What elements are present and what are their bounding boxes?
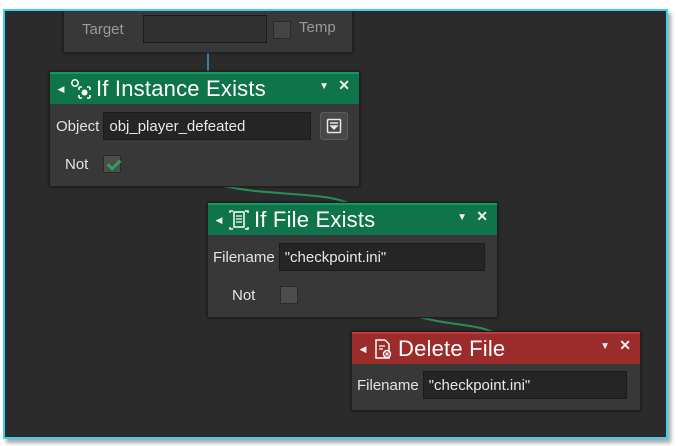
node-title: If Instance Exists bbox=[96, 76, 266, 101]
if-instance-exists-header[interactable]: ◀ If Instance Exists ▼ ✕ bbox=[50, 72, 359, 104]
delete-file-icon bbox=[375, 339, 392, 359]
object-picker-icon bbox=[327, 118, 342, 134]
temp-checkbox[interactable] bbox=[273, 21, 291, 39]
object-field[interactable]: obj_player_defeated bbox=[103, 112, 312, 140]
instance-icon bbox=[71, 79, 91, 99]
workspace-canvas: Target Temp ◀ If Instance Exists ▼ ✕ Obj… bbox=[3, 9, 668, 439]
not-checkbox[interactable] bbox=[280, 286, 299, 304]
object-label: Object bbox=[56, 117, 100, 135]
node-title: If File Exists bbox=[254, 207, 376, 232]
not-label: Not bbox=[232, 286, 256, 304]
filename-field[interactable]: "checkpoint.ini" bbox=[422, 371, 627, 399]
filename-label: Filename bbox=[357, 376, 419, 394]
not-checkbox[interactable] bbox=[103, 155, 122, 173]
node-title: Delete File bbox=[398, 336, 506, 361]
close-icon[interactable]: ✕ bbox=[476, 208, 488, 225]
filename-label: Filename bbox=[213, 248, 275, 266]
target-label: Target bbox=[82, 21, 124, 38]
action-node-partial: Target Temp bbox=[63, 11, 353, 53]
close-icon[interactable]: ✕ bbox=[619, 337, 631, 354]
object-picker-button[interactable] bbox=[320, 112, 349, 140]
if-file-exists-node[interactable]: ◀ If File Exists ▼ ✕ Filename "checkpoin… bbox=[207, 202, 498, 318]
if-instance-exists-node[interactable]: ◀ If Instance Exists ▼ ✕ Object obj_play… bbox=[49, 71, 360, 187]
file-exists-icon bbox=[229, 210, 249, 230]
delete-file-node[interactable]: ◀ Delete File ▼ ✕ Filename "checkpoint.i… bbox=[351, 331, 641, 411]
triangle-down-icon[interactable]: ▼ bbox=[319, 81, 329, 92]
triangle-left-icon[interactable]: ◀ bbox=[210, 215, 228, 226]
not-label: Not bbox=[65, 155, 89, 173]
if-file-exists-header[interactable]: ◀ If File Exists ▼ ✕ bbox=[208, 203, 497, 235]
triangle-down-icon[interactable]: ▼ bbox=[600, 341, 610, 352]
temp-label: Temp bbox=[299, 19, 336, 36]
target-field[interactable] bbox=[143, 15, 267, 43]
filename-field[interactable]: "checkpoint.ini" bbox=[278, 243, 485, 271]
triangle-left-icon[interactable]: ◀ bbox=[354, 344, 372, 355]
triangle-down-icon[interactable]: ▼ bbox=[457, 212, 467, 223]
close-icon[interactable]: ✕ bbox=[338, 77, 350, 94]
connector-instance-to-file bbox=[214, 183, 351, 205]
delete-file-header[interactable]: ◀ Delete File ▼ ✕ bbox=[352, 332, 640, 364]
triangle-left-icon[interactable]: ◀ bbox=[52, 84, 70, 95]
